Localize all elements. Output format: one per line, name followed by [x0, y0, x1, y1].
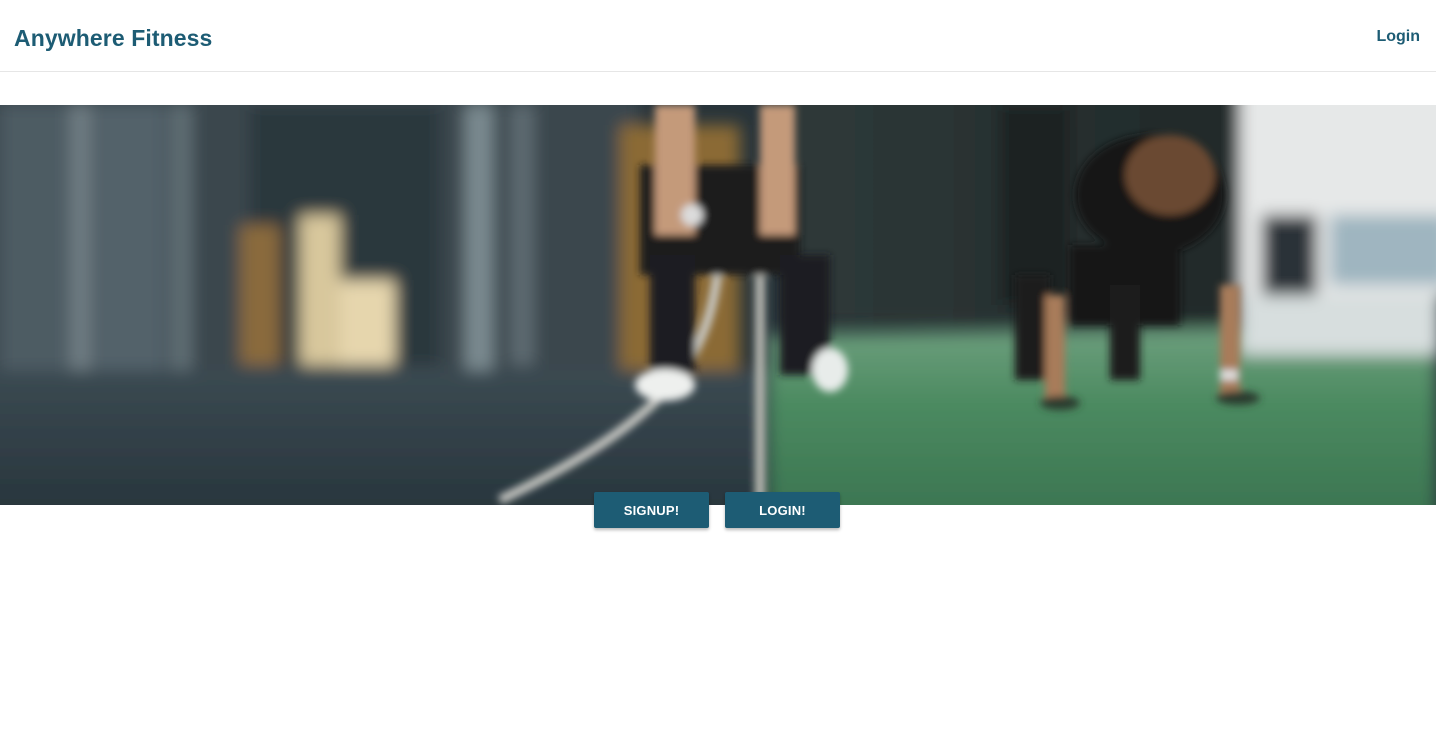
brand-title[interactable]: Anywhere Fitness	[14, 22, 212, 54]
signup-button[interactable]: SIGNUP!	[594, 492, 709, 528]
hero-image	[0, 105, 1436, 505]
hero-gym-photo	[0, 105, 1436, 505]
login-button[interactable]: LOGIN!	[725, 492, 840, 528]
nav-login-link[interactable]: Login	[1376, 26, 1420, 48]
top-navbar: Anywhere Fitness Login	[0, 0, 1436, 72]
